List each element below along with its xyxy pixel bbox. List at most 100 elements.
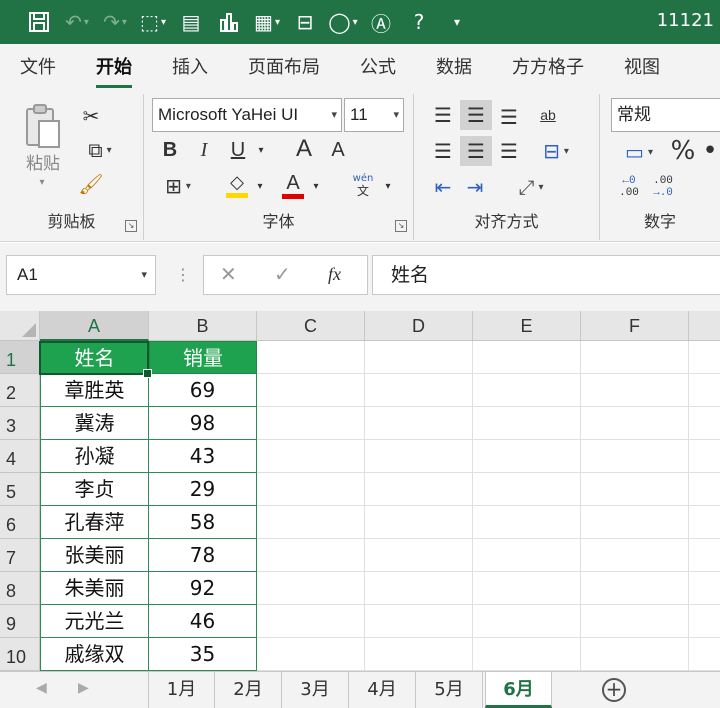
grow-font-button[interactable]: A bbox=[290, 134, 318, 164]
align-right-icon[interactable]: ☰ bbox=[494, 136, 524, 166]
table-cell[interactable]: 29 bbox=[149, 473, 257, 506]
column-header-c[interactable]: C bbox=[257, 311, 365, 341]
fill-color-icon[interactable]: ◇ bbox=[224, 170, 250, 200]
table-cell[interactable]: 章胜英 bbox=[40, 374, 149, 407]
align-middle-icon[interactable]: ☰ bbox=[460, 100, 492, 130]
font-color-icon[interactable]: A bbox=[280, 170, 306, 200]
cancel-icon[interactable]: ✕ bbox=[220, 262, 237, 286]
font-launcher-icon[interactable]: ↘ bbox=[395, 220, 407, 232]
table-cell[interactable]: 98 bbox=[149, 407, 257, 440]
row-header[interactable]: 9 bbox=[0, 605, 40, 638]
shapes-icon[interactable]: ◯ ▾ bbox=[324, 0, 362, 44]
row-header[interactable]: 10 bbox=[0, 638, 40, 671]
tab-page-layout[interactable]: 页面布局 bbox=[228, 44, 340, 94]
bold-button[interactable]: B bbox=[156, 136, 184, 164]
table-cell[interactable]: 孔春萍 bbox=[40, 506, 149, 539]
sheet-tab[interactable]: 1月 bbox=[148, 672, 215, 708]
font-size-select[interactable]: 11 ▾ bbox=[344, 98, 404, 132]
table-insert-icon[interactable]: ▦ ▾ bbox=[248, 0, 286, 44]
column-header-e[interactable]: E bbox=[473, 311, 581, 341]
next-sheet-icon[interactable]: ▶ bbox=[78, 680, 89, 696]
decrease-decimal-button[interactable]: .00 →.0 bbox=[648, 172, 678, 202]
table-cell[interactable]: 戚缘双 bbox=[40, 638, 149, 671]
tab-insert[interactable]: 插入 bbox=[152, 44, 228, 94]
table-cell[interactable]: 35 bbox=[149, 638, 257, 671]
align-bottom-icon[interactable]: ☰ bbox=[494, 102, 524, 132]
empty-cells[interactable] bbox=[257, 341, 720, 671]
formula-bar-resize-icon[interactable]: ⋮ bbox=[175, 265, 191, 284]
row-header[interactable]: 5 bbox=[0, 473, 40, 506]
table-cell[interactable]: 冀涛 bbox=[40, 407, 149, 440]
cut-icon[interactable]: ✂ bbox=[76, 102, 106, 130]
decrease-indent-icon[interactable]: ⇤ bbox=[428, 172, 458, 202]
sheet-tab-active[interactable]: 6月 bbox=[485, 672, 552, 708]
align-center-icon[interactable]: ☰ bbox=[460, 136, 492, 166]
header-cell-sales[interactable]: 销量 bbox=[149, 341, 257, 374]
row-header[interactable]: 2 bbox=[0, 374, 40, 407]
insert-function-button[interactable]: fx bbox=[328, 264, 341, 285]
accounting-format-icon[interactable]: ▭ ▾ bbox=[614, 138, 664, 166]
sheet-tab[interactable]: 5月 bbox=[416, 672, 483, 708]
table-cell[interactable]: 元光兰 bbox=[40, 605, 149, 638]
merge-center-icon[interactable]: ⊟ ▾ bbox=[532, 136, 580, 166]
font-name-dropdown-icon[interactable]: ▾ bbox=[331, 99, 337, 131]
row-header[interactable]: 1 bbox=[0, 341, 40, 374]
underline-button[interactable]: U bbox=[224, 136, 252, 164]
form-icon[interactable]: ▤ bbox=[172, 0, 210, 44]
increase-indent-icon[interactable]: ⇥ bbox=[460, 172, 490, 202]
name-box-dropdown-icon[interactable]: ▾ bbox=[141, 256, 147, 294]
table-cell[interactable]: 78 bbox=[149, 539, 257, 572]
screen-icon[interactable]: ⊟ bbox=[286, 0, 324, 44]
phonetic-icon[interactable]: wén 文 bbox=[348, 170, 378, 200]
table-cell[interactable]: 58 bbox=[149, 506, 257, 539]
underline-dropdown-icon[interactable]: ▾ bbox=[252, 136, 270, 164]
header-cell-name[interactable]: 姓名 bbox=[40, 341, 149, 374]
table-cell[interactable]: 69 bbox=[149, 374, 257, 407]
table-cell[interactable]: 张美丽 bbox=[40, 539, 149, 572]
column-header-b[interactable]: B bbox=[149, 311, 257, 341]
column-header-f[interactable]: F bbox=[581, 311, 689, 341]
row-header[interactable]: 4 bbox=[0, 440, 40, 473]
column-header-d[interactable]: D bbox=[365, 311, 473, 341]
tab-home[interactable]: 开始 bbox=[76, 44, 152, 94]
align-left-icon[interactable]: ☰ bbox=[428, 136, 458, 166]
wrap-text-icon[interactable]: ab bbox=[532, 100, 564, 130]
column-header-g[interactable] bbox=[689, 311, 720, 341]
tab-formulas[interactable]: 公式 bbox=[340, 44, 416, 94]
border-icon[interactable]: ⊞ ▾ bbox=[156, 172, 200, 200]
sheet-tab[interactable]: 2月 bbox=[215, 672, 282, 708]
formula-input[interactable]: 姓名 bbox=[372, 255, 720, 295]
format-painter-icon[interactable]: 🖌 bbox=[76, 170, 106, 198]
add-sheet-icon[interactable]: + bbox=[602, 678, 626, 702]
table-cell[interactable]: 92 bbox=[149, 572, 257, 605]
paste-dropdown-icon[interactable]: ▾ bbox=[30, 174, 54, 190]
paste-label[interactable]: 粘贴 bbox=[18, 150, 68, 174]
font-size-dropdown-icon[interactable]: ▾ bbox=[393, 99, 399, 131]
table-cell[interactable]: 孙凝 bbox=[40, 440, 149, 473]
table-cell[interactable]: 46 bbox=[149, 605, 257, 638]
table-cell[interactable]: 43 bbox=[149, 440, 257, 473]
table-cell[interactable]: 李贞 bbox=[40, 473, 149, 506]
sheet-tab[interactable]: 4月 bbox=[349, 672, 416, 708]
table-cell[interactable]: 朱美丽 bbox=[40, 572, 149, 605]
sheet-tab[interactable]: 3月 bbox=[282, 672, 349, 708]
increase-decimal-button[interactable]: ←0 .00 bbox=[614, 172, 644, 202]
customize-icon[interactable]: ▾ bbox=[438, 0, 476, 44]
row-header[interactable]: 7 bbox=[0, 539, 40, 572]
clipboard-launcher-icon[interactable]: ↘ bbox=[125, 220, 137, 232]
tab-data[interactable]: 数据 bbox=[416, 44, 492, 94]
row-header[interactable]: 3 bbox=[0, 407, 40, 440]
undo-icon[interactable]: ↶ ▾ bbox=[58, 0, 96, 44]
font-name-select[interactable]: Microsoft YaHei UI ▾ bbox=[152, 98, 342, 132]
tab-file[interactable]: 文件 bbox=[0, 44, 76, 94]
borders-icon[interactable]: ⬚ ▾ bbox=[134, 0, 172, 44]
comma-style-icon[interactable]: • bbox=[700, 136, 720, 166]
fill-color-dropdown-icon[interactable]: ▾ bbox=[252, 174, 268, 198]
row-header[interactable]: 8 bbox=[0, 572, 40, 605]
select-all-button[interactable] bbox=[0, 311, 40, 341]
percent-style-button[interactable]: % bbox=[668, 136, 698, 166]
enter-icon[interactable]: ✓ bbox=[274, 262, 291, 286]
copy-icon[interactable]: ⧉ ▾ bbox=[76, 136, 124, 164]
row-header[interactable]: 6 bbox=[0, 506, 40, 539]
number-format-select[interactable]: 常规 bbox=[611, 98, 720, 132]
